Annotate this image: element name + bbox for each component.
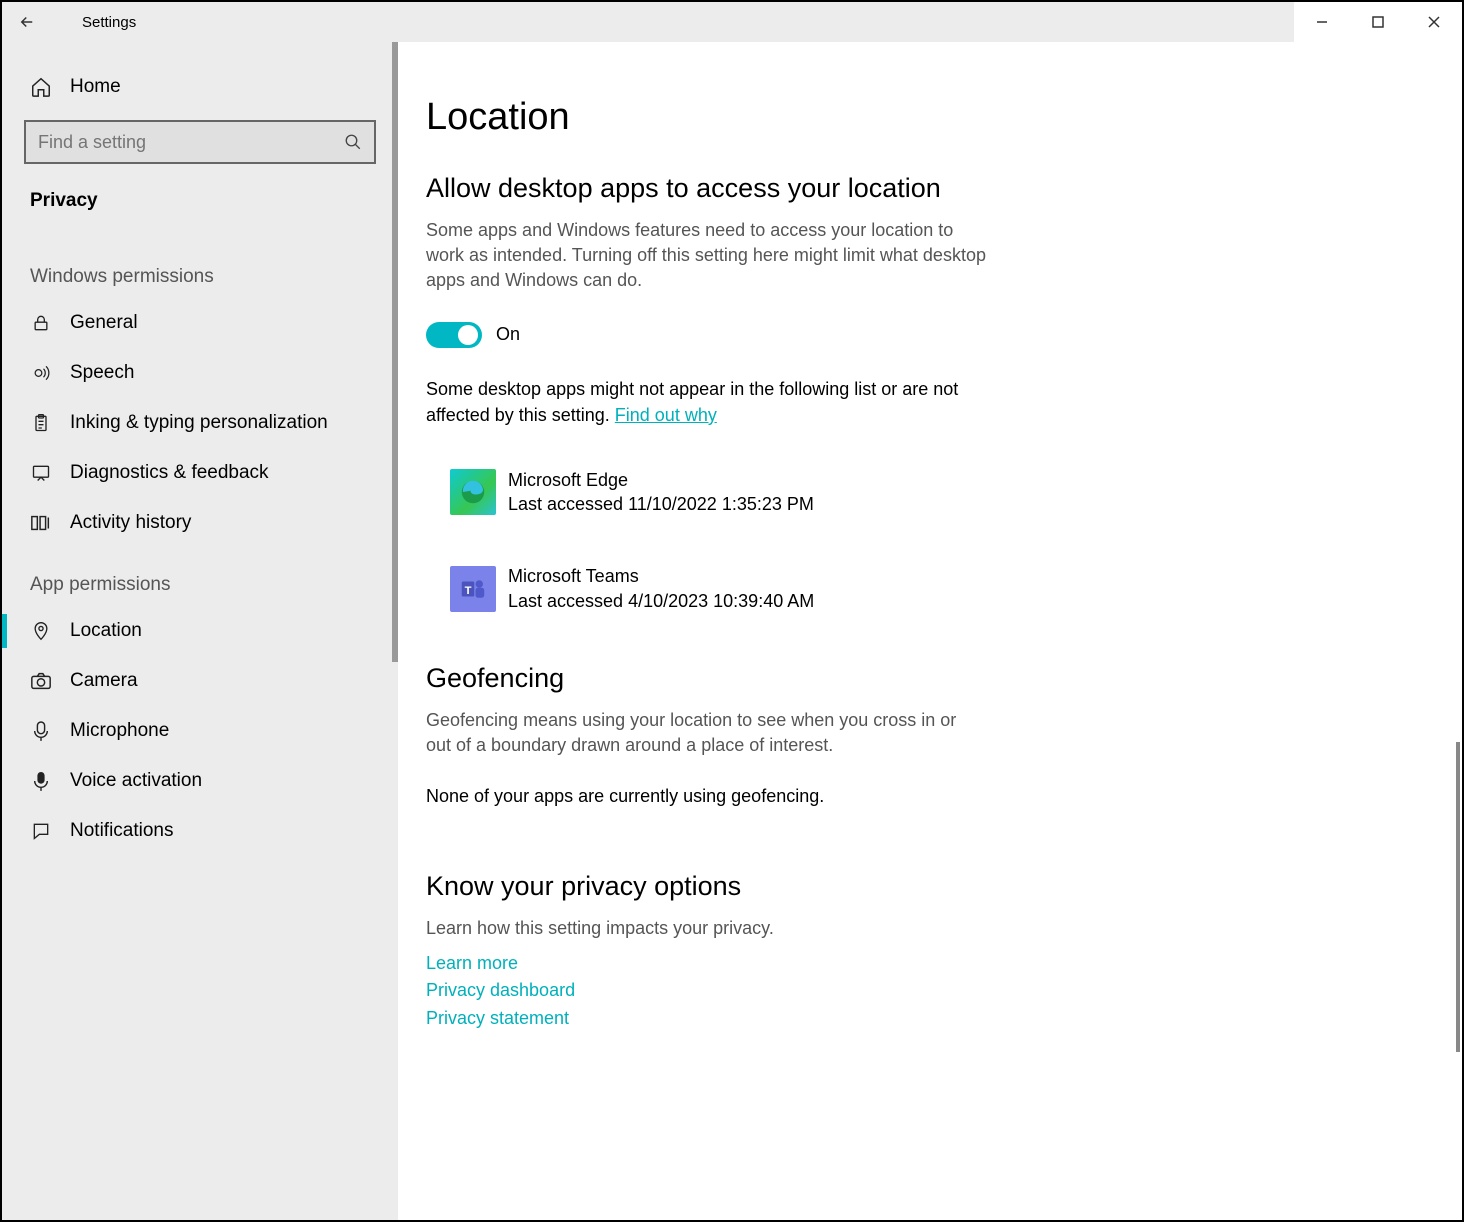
geofencing-body: None of your apps are currently using ge… xyxy=(426,786,1402,807)
app-name: Microsoft Edge xyxy=(508,468,814,492)
search-icon xyxy=(344,133,362,151)
nav-label: Voice activation xyxy=(70,770,202,792)
nav-general[interactable]: General xyxy=(2,298,398,348)
nav-activity[interactable]: Activity history xyxy=(2,498,398,548)
group-app-permissions: App permissions xyxy=(2,548,398,606)
privacy-dashboard-link[interactable]: Privacy dashboard xyxy=(426,977,1402,1005)
titlebar: Settings xyxy=(2,2,1462,42)
app-row-edge: Microsoft Edge Last accessed 11/10/2022 … xyxy=(426,456,1402,529)
nav-label: Notifications xyxy=(70,820,174,842)
find-out-why-link[interactable]: Find out why xyxy=(615,405,717,425)
sidebar: Home Privacy Windows permissions General… xyxy=(2,42,398,1220)
note-text: Some desktop apps might not appear in th… xyxy=(426,376,986,428)
toggle-state-label: On xyxy=(496,324,520,345)
lock-icon xyxy=(30,313,52,333)
home-label: Home xyxy=(70,76,121,98)
speech-icon xyxy=(30,363,52,383)
allow-desktop-heading: Allow desktop apps to access your locati… xyxy=(426,173,1402,204)
nav-label: General xyxy=(70,312,138,334)
nav-inking[interactable]: Inking & typing personalization xyxy=(2,398,398,448)
nav-voice-activation[interactable]: Voice activation xyxy=(2,756,398,806)
app-row-teams: T Microsoft Teams Last accessed 4/10/202… xyxy=(426,552,1402,625)
page-title: Location xyxy=(426,96,1402,139)
minimize-button[interactable] xyxy=(1294,2,1350,42)
window-title: Settings xyxy=(52,14,136,31)
close-button[interactable] xyxy=(1406,2,1462,42)
location-toggle[interactable] xyxy=(426,322,482,348)
nav-camera[interactable]: Camera xyxy=(2,656,398,706)
clipboard-icon xyxy=(30,413,52,433)
content-pane: Location Allow desktop apps to access yo… xyxy=(398,42,1462,1220)
search-input[interactable] xyxy=(38,132,344,153)
notification-icon xyxy=(30,821,52,841)
nav-microphone[interactable]: Microphone xyxy=(2,706,398,756)
app-detail: Last accessed 11/10/2022 1:35:23 PM xyxy=(508,492,814,516)
activity-icon xyxy=(30,513,52,533)
edge-icon xyxy=(450,469,496,515)
nav-diagnostics[interactable]: Diagnostics & feedback xyxy=(2,448,398,498)
location-icon xyxy=(30,620,52,642)
allow-desktop-desc: Some apps and Windows features need to a… xyxy=(426,218,986,294)
home-icon xyxy=(30,76,52,98)
nav-speech[interactable]: Speech xyxy=(2,348,398,398)
content-scrollbar[interactable] xyxy=(1456,742,1460,1052)
nav-location[interactable]: Location xyxy=(2,606,398,656)
group-windows-permissions: Windows permissions xyxy=(2,240,398,298)
home-button[interactable]: Home xyxy=(2,62,398,112)
nav-notifications[interactable]: Notifications xyxy=(2,806,398,856)
nav-label: Microphone xyxy=(70,720,169,742)
microphone-icon xyxy=(30,720,52,742)
back-button[interactable] xyxy=(2,13,52,31)
privacy-options-heading: Know your privacy options xyxy=(426,871,1402,902)
section-title: Privacy xyxy=(2,182,398,240)
nav-label: Inking & typing personalization xyxy=(70,412,328,434)
voice-icon xyxy=(30,770,52,792)
app-detail: Last accessed 4/10/2023 10:39:40 AM xyxy=(508,589,814,613)
nav-label: Activity history xyxy=(70,512,191,534)
nav-label: Diagnostics & feedback xyxy=(70,462,269,484)
privacy-statement-link[interactable]: Privacy statement xyxy=(426,1005,1402,1033)
feedback-icon xyxy=(30,463,52,483)
nav-label: Camera xyxy=(70,670,138,692)
search-input-wrap[interactable] xyxy=(24,120,376,164)
learn-more-link[interactable]: Learn more xyxy=(426,950,1402,978)
nav-label: Speech xyxy=(70,362,134,384)
geofencing-heading: Geofencing xyxy=(426,663,1402,694)
maximize-button[interactable] xyxy=(1350,2,1406,42)
geofencing-desc: Geofencing means using your location to … xyxy=(426,708,986,758)
svg-text:T: T xyxy=(465,585,472,597)
teams-icon: T xyxy=(450,566,496,612)
app-name: Microsoft Teams xyxy=(508,564,814,588)
camera-icon xyxy=(30,671,52,691)
privacy-options-desc: Learn how this setting impacts your priv… xyxy=(426,916,986,941)
nav-label: Location xyxy=(70,620,142,642)
